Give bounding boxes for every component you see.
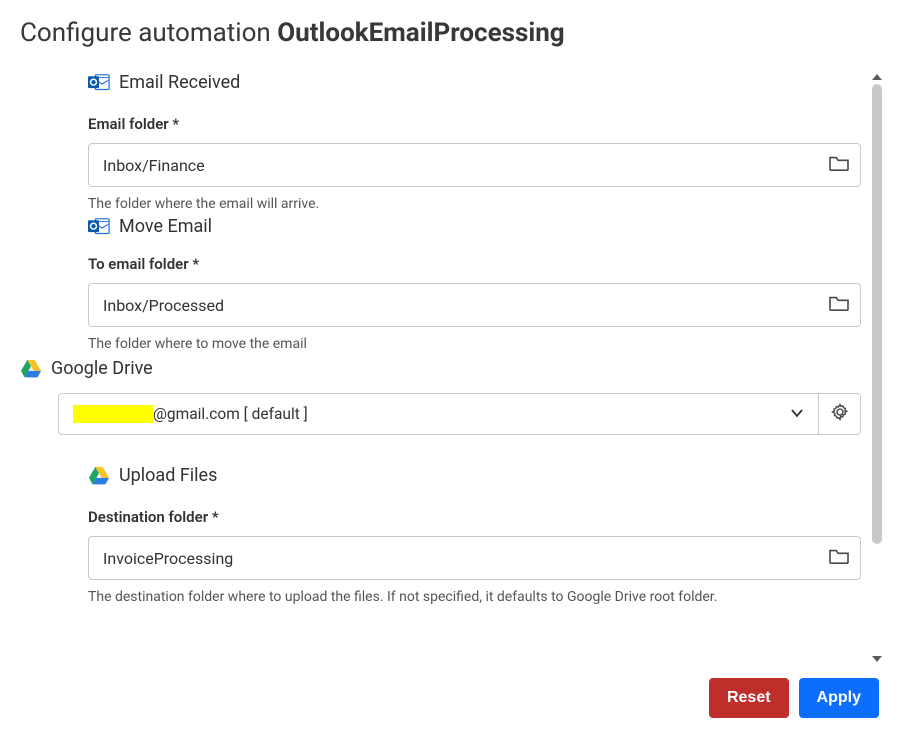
content-scroll-area: Email Received Email folder * Inbox/Fina… (20, 72, 883, 664)
helper-destination-folder: The destination folder where to upload t… (88, 589, 861, 605)
account-suffix: @gmail.com [ default ] (153, 405, 308, 423)
scrollbar[interactable] (871, 72, 883, 664)
scroll-up-arrow-icon[interactable] (872, 74, 882, 80)
gear-icon (831, 403, 849, 425)
section-upload-files: Upload Files (88, 465, 861, 486)
footer: Reset Apply (20, 678, 883, 718)
folder-icon[interactable] (828, 547, 850, 569)
google-drive-icon (20, 359, 42, 379)
field-email-folder: Email folder * Inbox/Finance The folder … (88, 115, 861, 212)
input-destination-folder[interactable]: InvoiceProcessing (88, 536, 861, 580)
automation-name: OutlookEmailProcessing (277, 18, 564, 48)
outlook-icon (88, 73, 110, 93)
account-settings-button[interactable] (819, 393, 861, 435)
label-to-email-folder: To email folder * (88, 255, 861, 273)
google-drive-account-row: @gmail.com [ default ] (58, 393, 861, 435)
input-to-email-folder[interactable]: Inbox/Processed (88, 283, 861, 327)
section-google-drive: Google Drive (20, 358, 861, 379)
section-title-email-received: Email Received (119, 72, 240, 93)
page-title: Configure automation OutlookEmailProcess… (20, 18, 883, 48)
input-email-folder[interactable]: Inbox/Finance (88, 143, 861, 187)
section-move-email: Move Email (88, 216, 861, 237)
account-select-value: @gmail.com [ default ] (73, 405, 308, 423)
section-title-move-email: Move Email (119, 216, 212, 237)
section-email-received: Email Received (88, 72, 861, 93)
redacted-username (73, 405, 153, 423)
label-email-folder: Email folder * (88, 115, 861, 133)
input-email-folder-value: Inbox/Finance (103, 156, 205, 175)
section-title-upload-files: Upload Files (119, 465, 217, 486)
folder-icon[interactable] (828, 294, 850, 316)
reset-button[interactable]: Reset (709, 678, 789, 718)
label-destination-folder: Destination folder * (88, 508, 861, 526)
apply-button[interactable]: Apply (799, 678, 879, 718)
helper-to-email-folder: The folder where to move the email (88, 336, 861, 352)
helper-email-folder: The folder where the email will arrive. (88, 196, 861, 212)
field-to-email-folder: To email folder * Inbox/Processed The fo… (88, 255, 861, 352)
field-destination-folder: Destination folder * InvoiceProcessing T… (88, 508, 861, 605)
account-select[interactable]: @gmail.com [ default ] (58, 393, 819, 435)
section-title-google-drive: Google Drive (51, 358, 153, 379)
input-destination-folder-value: InvoiceProcessing (103, 549, 233, 568)
scroll-down-arrow-icon[interactable] (872, 656, 882, 662)
input-to-email-folder-value: Inbox/Processed (103, 296, 224, 315)
google-drive-icon (88, 466, 110, 486)
page-title-prefix: Configure automation (20, 18, 277, 48)
folder-icon[interactable] (828, 154, 850, 176)
scrollbar-thumb[interactable] (872, 84, 882, 544)
chevron-down-icon (790, 405, 804, 424)
outlook-icon (88, 217, 110, 237)
